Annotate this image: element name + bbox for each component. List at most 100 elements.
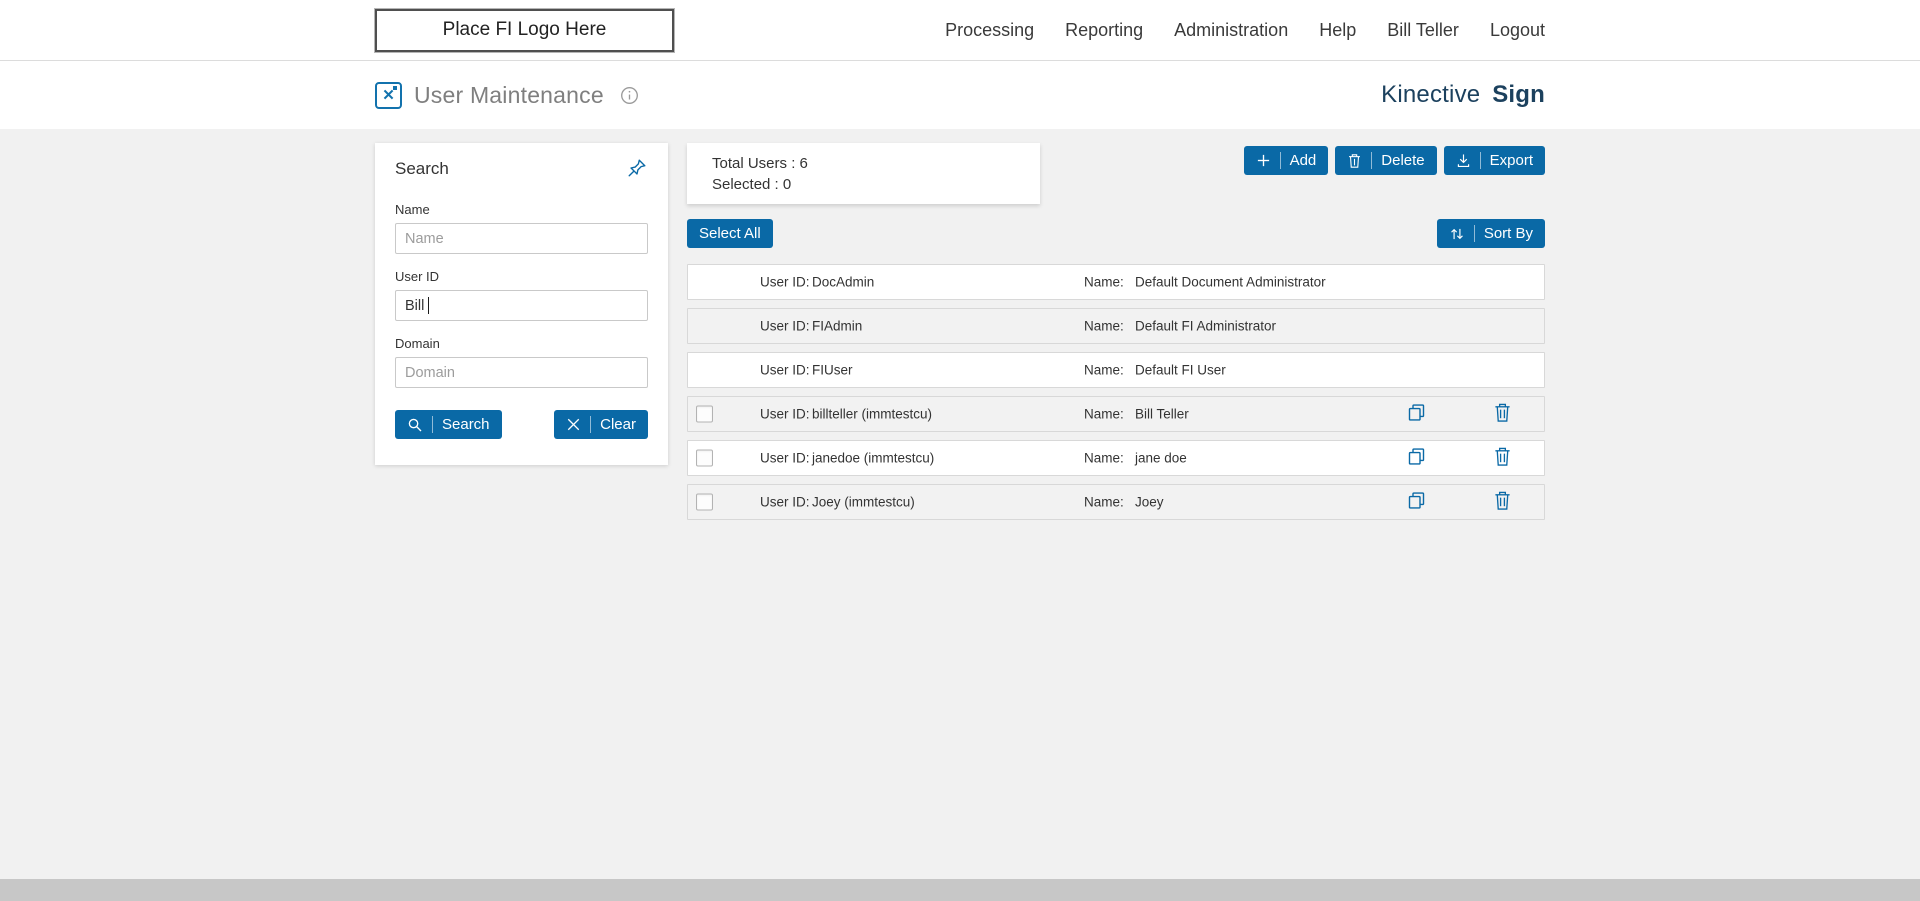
button-divider <box>1279 152 1281 169</box>
nav-item-user[interactable]: Bill Teller <box>1387 20 1459 41</box>
user-id-value: janedoe (immtestcu) <box>812 450 935 466</box>
delete-user-button[interactable] <box>1493 446 1512 470</box>
name-label: Name: <box>1084 406 1124 422</box>
total-users-text: Total Users : 6 <box>712 155 808 172</box>
nav-item-processing[interactable]: Processing <box>945 20 1034 41</box>
clear-button-label: Clear <box>600 416 636 433</box>
user-id-label: User ID: <box>760 450 810 466</box>
info-icon[interactable] <box>620 86 639 105</box>
button-divider <box>1479 152 1481 169</box>
user-id-label: User ID: <box>760 274 810 290</box>
summary-box: Total Users : 6 Selected : 0 <box>687 143 1040 204</box>
select-all-button[interactable]: Select All <box>687 219 773 248</box>
button-divider <box>1473 225 1475 242</box>
select-all-button-label: Select All <box>699 225 761 242</box>
name-value: Default FI Administrator <box>1135 318 1277 334</box>
user-id-value: Joey (immtestcu) <box>812 494 915 510</box>
search-button[interactable]: Search <box>395 410 502 439</box>
domain-input[interactable] <box>395 357 648 388</box>
name-label: Name: <box>1084 274 1124 290</box>
selected-count-text: Selected : 0 <box>712 176 792 193</box>
name-value: Default FI User <box>1135 362 1226 378</box>
add-button[interactable]: Add <box>1243 146 1329 175</box>
fi-logo-placeholder-text: Place FI Logo Here <box>442 19 607 40</box>
delete-user-button[interactable] <box>1493 402 1512 426</box>
fi-logo-placeholder: Place FI Logo Here <box>374 7 675 53</box>
name-label: Name: <box>1084 494 1124 510</box>
page-header: ✕ User Maintenance Kinective Sign <box>0 61 1920 129</box>
row-checkbox[interactable] <box>696 493 713 511</box>
name-value: jane doe <box>1135 450 1187 466</box>
copy-user-button[interactable] <box>1406 446 1427 470</box>
user-id-label: User ID: <box>760 318 810 334</box>
name-value: Default Document Administrator <box>1135 274 1326 290</box>
table-row: User ID: Joey (immtestcu) Name: Joey <box>687 484 1545 520</box>
pin-icon[interactable] <box>626 157 648 184</box>
button-divider <box>432 416 433 433</box>
main-content: Search Name User ID Domain <box>0 129 1920 879</box>
search-icon <box>407 417 423 433</box>
delete-button[interactable]: Delete <box>1335 146 1437 175</box>
table-row: User ID: DocAdmin Name: Default Document… <box>687 264 1545 300</box>
sort-by-button[interactable]: Sort By <box>1436 219 1545 248</box>
brand-product: Sign <box>1492 81 1545 108</box>
table-row: User ID: billteller (immtestcu) Name: Bi… <box>687 396 1545 432</box>
name-value: Joey <box>1135 494 1164 510</box>
name-field-label: Name <box>395 202 430 217</box>
bottom-strip <box>0 879 1920 901</box>
clear-icon <box>566 417 581 432</box>
trash-icon <box>1493 491 1512 514</box>
name-input[interactable] <box>395 223 648 254</box>
delete-button-label: Delete <box>1381 152 1425 169</box>
name-value: Bill Teller <box>1135 406 1189 422</box>
search-button-label: Search <box>442 416 490 433</box>
brand-logo: Kinective Sign <box>1381 81 1545 109</box>
user-id-input[interactable] <box>395 290 648 321</box>
nav-item-administration[interactable]: Administration <box>1174 20 1288 41</box>
sort-by-button-label: Sort By <box>1483 225 1533 242</box>
export-button[interactable]: Export <box>1443 146 1545 175</box>
top-bar: Place FI Logo Here Processing Reporting … <box>0 0 1920 61</box>
domain-field-label: Domain <box>395 336 440 351</box>
nav-item-logout[interactable]: Logout <box>1490 20 1545 41</box>
copy-icon <box>1406 492 1427 514</box>
table-row: User ID: FIUser Name: Default FI User <box>687 352 1545 388</box>
user-id-value: DocAdmin <box>812 274 875 290</box>
download-icon <box>1456 153 1471 169</box>
table-row: User ID: janedoe (immtestcu) Name: jane … <box>687 440 1545 476</box>
clear-button[interactable]: Clear <box>554 410 648 439</box>
user-id-value: FIUser <box>812 362 853 378</box>
copy-user-button[interactable] <box>1406 490 1427 514</box>
user-list: User ID: DocAdmin Name: Default Document… <box>687 264 1545 520</box>
export-button-label: Export <box>1489 152 1533 169</box>
copy-icon <box>1406 404 1427 426</box>
copy-icon <box>1406 448 1427 470</box>
add-button-label: Add <box>1289 152 1317 169</box>
user-id-field-label: User ID <box>395 269 440 284</box>
page-title: User Maintenance <box>414 81 604 108</box>
button-divider <box>1371 152 1373 169</box>
row-checkbox[interactable] <box>696 449 713 467</box>
sort-icon <box>1449 226 1465 242</box>
add-icon <box>1256 153 1271 168</box>
trash-icon <box>1493 403 1512 426</box>
delete-user-button[interactable] <box>1493 490 1512 514</box>
nav-item-help[interactable]: Help <box>1319 20 1356 41</box>
search-panel: Search Name User ID Domain <box>375 143 668 465</box>
trash-icon <box>1493 447 1512 470</box>
brand-name: Kinective <box>1381 81 1481 108</box>
name-label: Name: <box>1084 318 1124 334</box>
user-id-label: User ID: <box>760 406 810 422</box>
name-label: Name: <box>1084 362 1124 378</box>
name-label: Name: <box>1084 450 1124 466</box>
nav-item-reporting[interactable]: Reporting <box>1065 20 1143 41</box>
user-id-label: User ID: <box>760 494 810 510</box>
user-maintenance-icon: ✕ <box>375 81 402 109</box>
user-id-value: billteller (immtestcu) <box>812 406 933 422</box>
text-cursor <box>428 297 429 314</box>
copy-user-button[interactable] <box>1406 402 1427 426</box>
user-id-label: User ID: <box>760 362 810 378</box>
table-row: User ID: FIAdmin Name: Default FI Admini… <box>687 308 1545 344</box>
row-checkbox[interactable] <box>696 405 713 423</box>
search-panel-title: Search <box>395 159 449 178</box>
